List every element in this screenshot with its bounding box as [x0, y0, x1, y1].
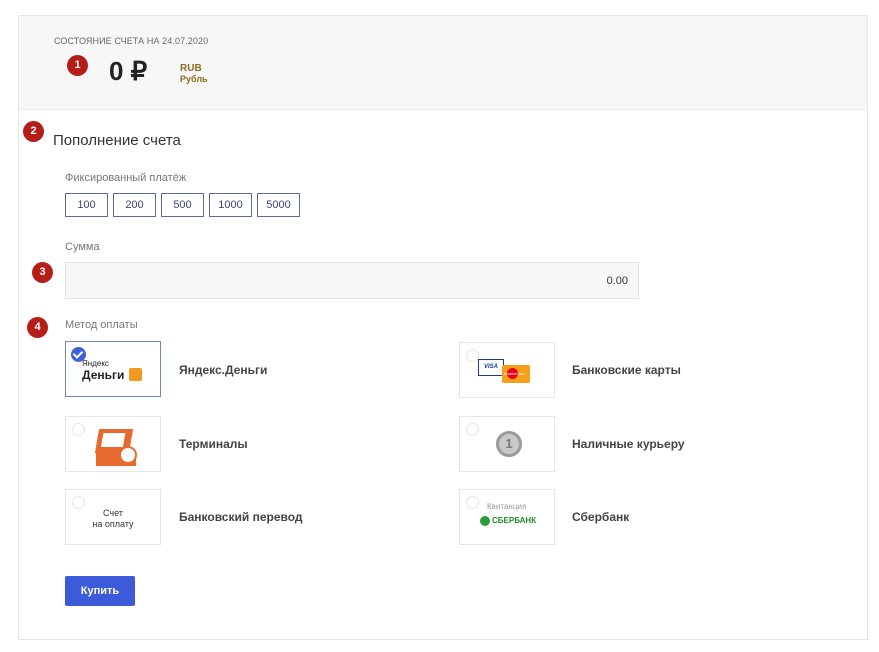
method-bank-transfer-label: Банковский перевод [179, 510, 303, 524]
method-yandex-money-tile[interactable]: Яндекс Деньги [65, 341, 161, 397]
sum-label: Сумма [65, 241, 100, 253]
account-date-label: СОСТОЯНИЕ СЧЕТА НА 24.07.2020 [54, 36, 209, 46]
receipt-logo-text: Квитанция [487, 502, 527, 511]
method-terminals-label: Терминалы [179, 437, 248, 451]
currency-name: Рубль [180, 74, 208, 84]
radio-icon [466, 496, 479, 509]
currency-info: RUB Рубль [180, 63, 208, 85]
fixed-amount-5000-button[interactable]: 5000 [257, 193, 300, 217]
wallet-badge-icon [119, 446, 137, 464]
account-balance: 0 ₽ [109, 56, 148, 86]
step-marker-2: 2 [23, 121, 44, 142]
method-sberbank-tile[interactable]: Квитанция СБЕРБАНК [459, 489, 555, 545]
method-sberbank-label: Сбербанк [572, 510, 630, 524]
currency-code: RUB [180, 63, 202, 74]
buy-button[interactable]: Купить [65, 576, 135, 606]
method-yandex-money-label: Яндекс.Деньги [179, 363, 268, 377]
radio-icon [72, 423, 85, 436]
mastercard-icon: MasterCard [502, 365, 530, 383]
fixed-payment-label: Фиксированный платёж [65, 172, 187, 184]
step-marker-1: 1 [67, 55, 88, 76]
fixed-amount-200-button[interactable]: 200 [113, 193, 156, 217]
radio-icon [466, 349, 479, 362]
sum-input[interactable] [65, 262, 639, 299]
sberbank-logo-text: СБЕРБАНК [492, 516, 537, 525]
method-bank-transfer-tile[interactable]: Счет на оплату [65, 489, 161, 545]
radio-icon [466, 423, 479, 436]
visa-card-icon: VISA [478, 359, 504, 376]
method-cash-courier-label: Наличные курьеру [572, 437, 685, 451]
payment-method-label: Метод оплаты [65, 319, 138, 331]
fixed-amount-500-button[interactable]: 500 [161, 193, 204, 217]
account-status-panel: СОСТОЯНИЕ СЧЕТА НА 24.07.2020 0 ₽ RUB Ру… [19, 16, 867, 110]
dengi-logo-text: Деньги [82, 368, 125, 382]
yandex-logo-text: Яндекс [82, 359, 109, 368]
topup-title: Пополнение счета [53, 132, 181, 149]
step-marker-4: 4 [27, 317, 48, 338]
wallet-icon [129, 368, 142, 381]
method-bank-cards-tile[interactable]: VISA MasterCard [459, 342, 555, 398]
payment-card: СОСТОЯНИЕ СЧЕТА НА 24.07.2020 0 ₽ RUB Ру… [18, 15, 868, 640]
method-bank-cards-label: Банковские карты [572, 363, 681, 377]
coin-icon: 1 [496, 431, 522, 457]
step-marker-3: 3 [32, 262, 53, 283]
sberbank-mark-icon [480, 516, 490, 526]
checkmark-icon [71, 347, 86, 362]
radio-icon [72, 496, 85, 509]
fixed-amount-1000-button[interactable]: 1000 [209, 193, 252, 217]
fixed-amount-100-button[interactable]: 100 [65, 193, 108, 217]
method-cash-courier-tile[interactable]: 1 [459, 416, 555, 472]
invoice-logo-text: Счет на оплату [92, 508, 134, 529]
method-terminals-tile[interactable] [65, 416, 161, 472]
